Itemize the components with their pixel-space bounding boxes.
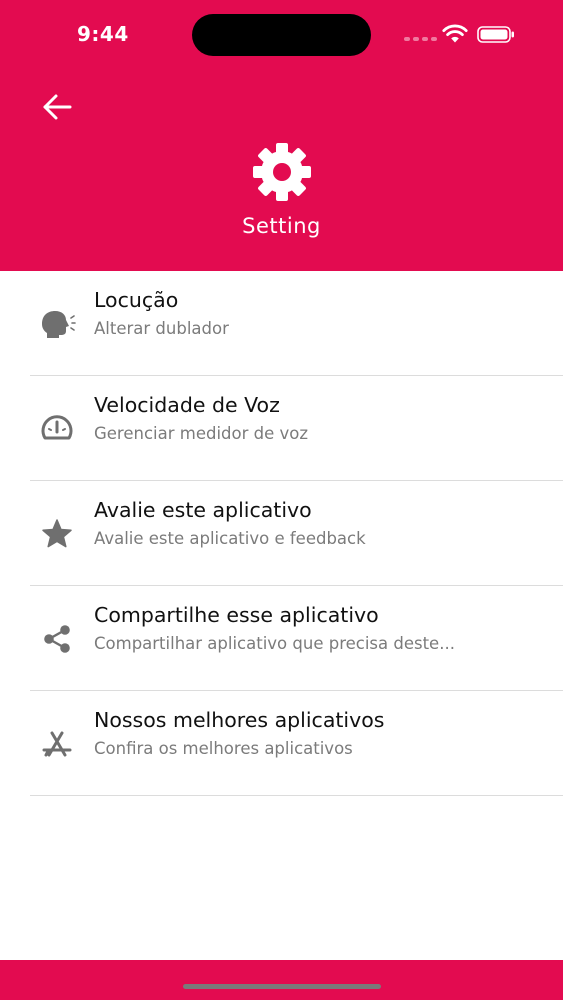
dynamic-island	[192, 14, 371, 56]
setting-title: Avalie este aplicativo	[94, 498, 312, 522]
setting-title: Velocidade de Voz	[94, 393, 280, 417]
setting-title: Compartilhe esse aplicativo	[94, 603, 379, 627]
star-icon	[42, 519, 72, 548]
gear-icon	[253, 143, 311, 201]
setting-item-best-apps[interactable]: Nossos melhores aplicativos Confira os m…	[0, 691, 563, 796]
speaking-head-icon	[42, 311, 76, 338]
setting-item-share-app[interactable]: Compartilhe esse aplicativo Compartilhar…	[0, 586, 563, 691]
home-indicator[interactable]	[183, 984, 381, 989]
setting-subtitle: Gerenciar medidor de voz	[94, 424, 309, 443]
setting-item-voice-over[interactable]: Locução Alterar dublador	[0, 271, 563, 376]
status-time: 9:44	[77, 22, 129, 46]
page-title: Setting	[242, 214, 321, 238]
setting-title: Locução	[94, 288, 179, 312]
setting-item-rate-app[interactable]: Avalie este aplicativo Avalie este aplic…	[0, 481, 563, 586]
wifi-icon	[442, 24, 468, 43]
arrow-left-icon	[43, 94, 72, 120]
setting-item-voice-speed[interactable]: Velocidade de Voz Gerenciar medidor de v…	[0, 376, 563, 481]
cellular-signal-icon	[404, 37, 437, 41]
speedometer-icon	[41, 415, 73, 440]
back-button[interactable]	[40, 92, 74, 122]
app-store-icon	[42, 731, 72, 757]
bottom-bar	[0, 960, 563, 1000]
setting-subtitle: Confira os melhores aplicativos	[94, 739, 353, 758]
header-bar: 9:44 Setting	[0, 0, 563, 271]
setting-subtitle: Avalie este aplicativo e feedback	[94, 529, 366, 548]
setting-subtitle: Compartilhar aplicativo que precisa dest…	[94, 634, 455, 653]
setting-subtitle: Alterar dublador	[94, 319, 229, 338]
divider	[30, 795, 563, 796]
setting-title: Nossos melhores aplicativos	[94, 708, 385, 732]
battery-icon	[477, 26, 514, 43]
share-icon	[44, 625, 70, 653]
settings-list: Locução Alterar dublador Velocidade de V…	[0, 271, 563, 796]
